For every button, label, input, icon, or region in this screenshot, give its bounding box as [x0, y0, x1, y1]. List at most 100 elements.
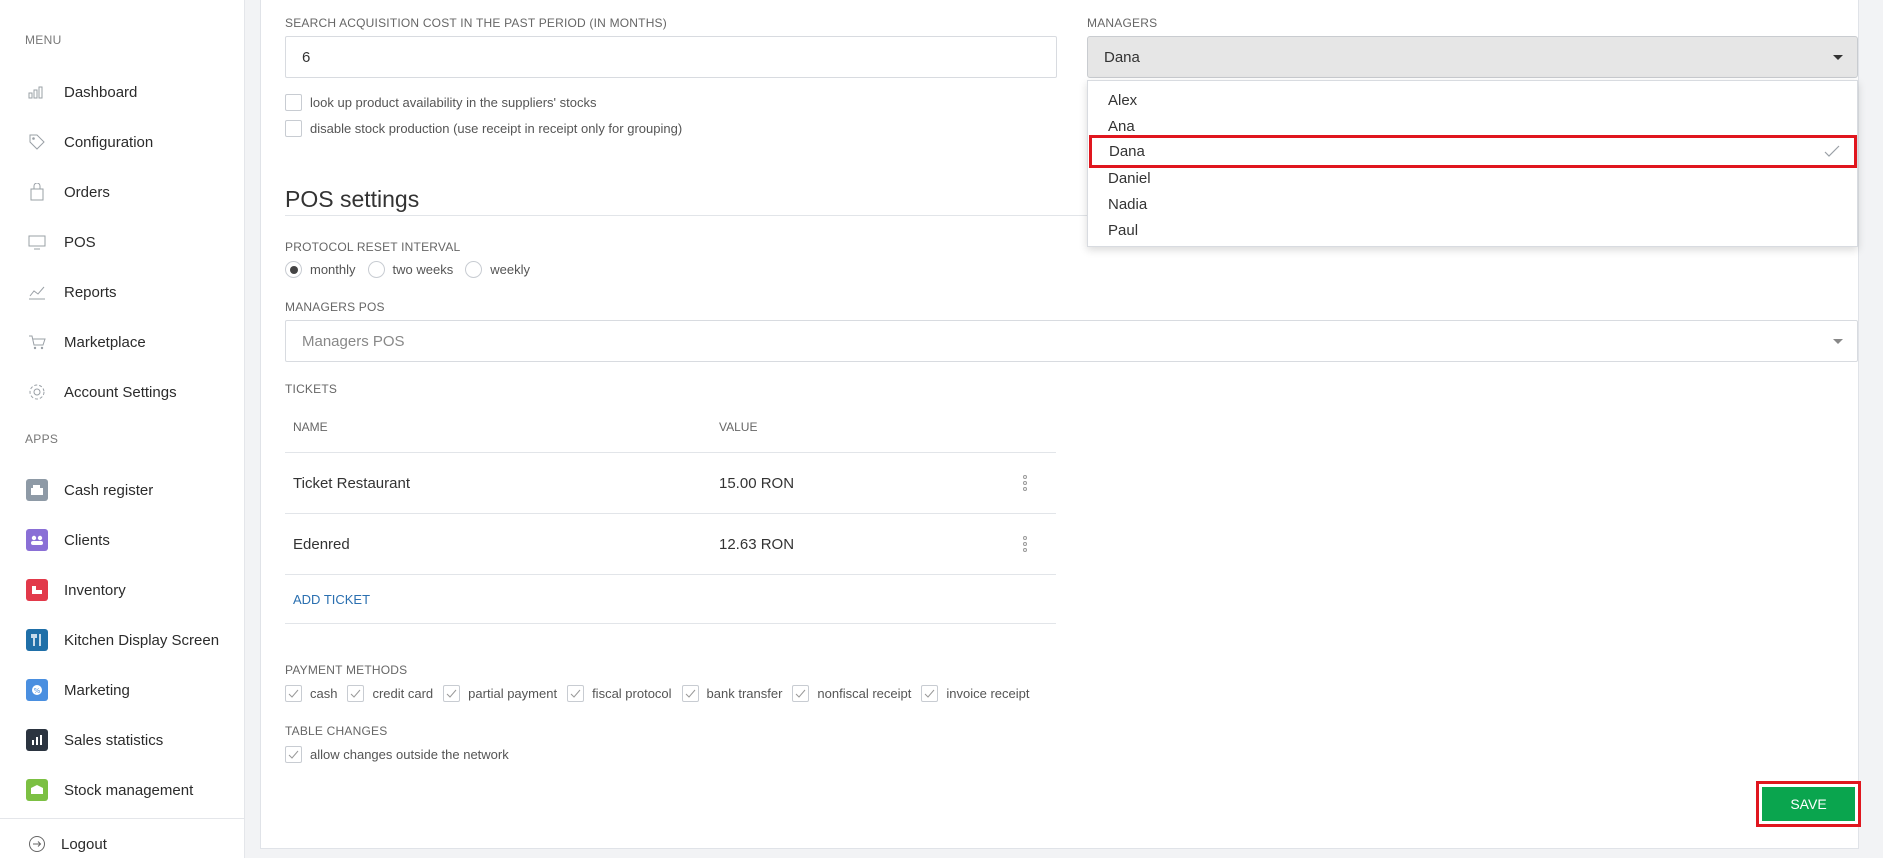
sidebar-item-kitchen-display-screen[interactable]: Kitchen Display Screen — [0, 622, 244, 658]
sales-icon — [26, 729, 48, 751]
managers-label: MANAGERS — [1087, 16, 1158, 30]
payment-partial-payment-checkbox[interactable]: partial payment — [443, 685, 557, 702]
sidebar-item-dashboard[interactable]: Dashboard — [0, 74, 244, 110]
sidebar-item-pos[interactable]: POS — [0, 224, 244, 260]
report-icon — [26, 281, 48, 303]
payment-credit-card-checkbox[interactable]: credit card — [347, 685, 433, 702]
sidebar-item-inventory[interactable]: Inventory — [0, 572, 244, 608]
managers-option-alex[interactable]: Alex — [1088, 87, 1857, 113]
table-divider — [285, 623, 1056, 624]
sidebar-item-account-settings[interactable]: Account Settings — [0, 374, 244, 410]
checkbox-box — [792, 685, 810, 702]
lookup-availability-checkbox[interactable]: look up product availability in the supp… — [285, 94, 596, 111]
sidebar-item-sales-statistics[interactable]: Sales statistics — [0, 722, 244, 758]
cart-icon — [26, 331, 48, 353]
payment-nonfiscal-receipt-checkbox[interactable]: nonfiscal receipt — [792, 685, 911, 702]
sidebar-item-reports[interactable]: Reports — [0, 274, 244, 310]
managers-option-paul[interactable]: Paul — [1088, 217, 1857, 243]
table-changes-label: TABLE CHANGES — [285, 724, 388, 738]
logout-button[interactable]: Logout — [0, 826, 244, 858]
gear-icon — [26, 381, 48, 403]
payment-cash-checkbox[interactable]: cash — [285, 685, 337, 702]
section-divider — [285, 215, 1087, 216]
sidebar-divider — [0, 818, 244, 819]
managers-pos-placeholder: Managers POS — [302, 332, 405, 350]
table-divider — [285, 452, 1056, 453]
ticket-value: 15.00 RON — [719, 475, 795, 492]
ticket-options-icon[interactable] — [1022, 536, 1028, 552]
protocol-reset-radio-group: monthly two weeks weekly — [285, 261, 542, 278]
managers-option-dana[interactable]: Dana — [1089, 135, 1857, 168]
sidebar-item-label: Stock management — [64, 781, 194, 799]
tag-icon — [26, 131, 48, 153]
radio-monthly[interactable]: monthly — [285, 261, 356, 278]
checkbox-box — [285, 120, 302, 137]
tickets-label: TICKETS — [285, 382, 338, 396]
monitor-icon — [26, 231, 48, 253]
managers-dropdown-menu: Alex Ana Dana Daniel Nadia Paul — [1087, 80, 1858, 247]
bag-icon — [26, 181, 48, 203]
marketing-icon: % — [26, 679, 48, 701]
managers-select[interactable]: Dana — [1087, 36, 1858, 78]
checkbox-box — [567, 685, 585, 702]
sidebar-item-label: Reports — [64, 283, 117, 301]
checkbox-label: fiscal protocol — [592, 686, 672, 701]
acquisition-months-input[interactable]: 6 — [285, 36, 1057, 78]
sidebar-item-label: Clients — [64, 531, 110, 549]
sidebar-item-stock-management[interactable]: Stock management — [0, 772, 244, 808]
disable-stock-production-checkbox[interactable]: disable stock production (use receipt in… — [285, 120, 682, 137]
add-ticket-link[interactable]: ADD TICKET — [293, 592, 370, 607]
checkbox-box — [681, 685, 699, 702]
managers-pos-select[interactable]: Managers POS — [285, 320, 1858, 362]
payment-invoice-receipt-checkbox[interactable]: invoice receipt — [921, 685, 1029, 702]
kitchen-icon — [26, 629, 48, 651]
payment-fiscal-protocol-checkbox[interactable]: fiscal protocol — [567, 685, 672, 702]
table-changes-group: allow changes outside the network — [285, 746, 519, 763]
sidebar-item-label: POS — [64, 233, 96, 251]
save-button-highlight: SAVE — [1756, 781, 1861, 827]
chart-icon — [26, 81, 48, 103]
ticket-name: Ticket Restaurant — [293, 475, 410, 492]
save-button[interactable]: SAVE — [1762, 787, 1855, 821]
managers-option-nadia[interactable]: Nadia — [1088, 191, 1857, 217]
checkbox-box — [921, 685, 939, 702]
sidebar-item-clients[interactable]: Clients — [0, 522, 244, 558]
option-label: Dana — [1109, 143, 1145, 160]
sidebar-item-marketplace[interactable]: Marketplace — [0, 324, 244, 360]
inventory-icon — [26, 579, 48, 601]
radio-dot — [367, 261, 385, 278]
managers-option-daniel[interactable]: Daniel — [1088, 165, 1857, 191]
radio-weekly[interactable]: weekly — [465, 261, 530, 278]
radio-two-weeks[interactable]: two weeks — [367, 261, 453, 278]
sidebar-item-label: Account Settings — [64, 383, 177, 401]
sidebar-item-marketing[interactable]: % Marketing — [0, 672, 244, 708]
allow-changes-outside-network-checkbox[interactable]: allow changes outside the network — [285, 746, 509, 763]
option-label: Alex — [1108, 91, 1138, 109]
managers-pos-label: MANAGERS POS — [285, 300, 385, 314]
sidebar-item-configuration[interactable]: Configuration — [0, 124, 244, 160]
sidebar-item-label: Dashboard — [64, 83, 138, 101]
apps-section-title: APPS — [25, 432, 59, 446]
option-label: Paul — [1108, 221, 1139, 239]
sidebar-item-label: Marketing — [64, 681, 130, 699]
sidebar-item-label: Sales statistics — [64, 731, 164, 749]
checkbox-label: bank transfer — [706, 686, 783, 701]
sidebar-item-orders[interactable]: Orders — [0, 174, 244, 210]
option-label: Nadia — [1108, 195, 1148, 213]
radio-label: monthly — [310, 262, 356, 277]
sidebar-item-cash-register[interactable]: Cash register — [0, 472, 244, 508]
checkbox-label: credit card — [372, 686, 434, 701]
managers-selected-value: Dana — [1104, 48, 1140, 66]
sidebar-item-label: Cash register — [64, 481, 154, 499]
checkbox-label: look up product availability in the supp… — [310, 95, 597, 110]
pos-settings-title: POS settings — [285, 186, 420, 212]
payment-methods-label: PAYMENT METHODS — [285, 663, 408, 677]
checkbox-box — [285, 746, 302, 763]
ticket-options-icon[interactable] — [1022, 475, 1028, 491]
sidebar-item-label: Inventory — [64, 581, 126, 599]
option-label: Daniel — [1108, 169, 1151, 187]
ticket-name: Edenred — [293, 536, 350, 553]
sidebar-item-label: Configuration — [64, 133, 154, 151]
logout-label: Logout — [61, 835, 107, 853]
payment-bank-transfer-checkbox[interactable]: bank transfer — [681, 685, 783, 702]
